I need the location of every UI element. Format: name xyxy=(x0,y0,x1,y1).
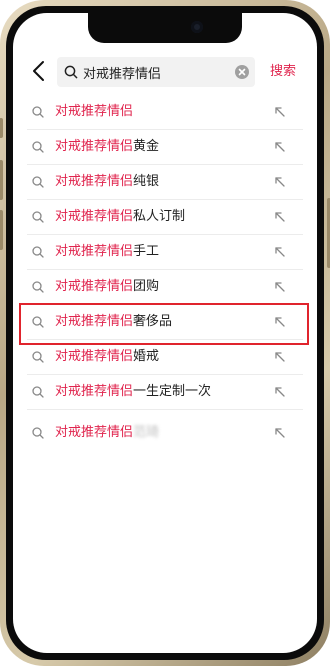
search-icon xyxy=(32,246,44,258)
clear-icon xyxy=(238,68,246,76)
search-icon xyxy=(32,141,44,153)
suggestion-item[interactable]: 对戒推荐情侣黄金 xyxy=(13,130,317,165)
search-icon xyxy=(32,386,44,398)
suggestion-suffix: 私人订制 xyxy=(133,209,186,224)
suggestion-match: 对戒推荐情侣 xyxy=(55,174,134,189)
search-header: 搜索 xyxy=(13,49,317,95)
suggestion-item[interactable]: 对戒推荐情侣私人订制 xyxy=(13,200,317,235)
search-field[interactable] xyxy=(57,57,255,87)
suggestion-text: 对戒推荐情侣一生定制一次 xyxy=(55,383,211,401)
screen: 搜索 对戒推荐情侣 对戒推荐情侣黄金 对戒推荐情侣纯银 xyxy=(13,13,317,653)
suggestion-suffix: 纯银 xyxy=(133,174,160,189)
suggestion-item[interactable]: 对戒推荐情侣 xyxy=(13,95,317,130)
suggestion-match: 对戒推荐情侣 xyxy=(55,425,134,440)
suggestion-text: 对戒推荐情侣纯银 xyxy=(55,173,159,191)
suggestion-text: 对戒推荐情侣手工 xyxy=(55,243,159,261)
suggestion-match: 对戒推荐情侣 xyxy=(55,209,134,224)
suggestion-suffix: 婚戒 xyxy=(133,349,160,364)
suggestion-item[interactable]: 对戒推荐情侣手工 xyxy=(13,235,317,270)
search-icon xyxy=(32,176,44,188)
arrow-up-left-icon[interactable] xyxy=(273,350,287,364)
suggestion-list: 对戒推荐情侣 对戒推荐情侣黄金 对戒推荐情侣纯银 对戒推荐情侣私人订制 对戒推荐… xyxy=(13,95,317,452)
suggestion-match: 对戒推荐情侣 xyxy=(55,349,134,364)
search-icon xyxy=(32,211,44,223)
arrow-up-left-icon[interactable] xyxy=(273,175,287,189)
search-input[interactable] xyxy=(83,57,233,87)
arrow-up-left-icon[interactable] xyxy=(273,426,287,440)
clear-button[interactable] xyxy=(235,65,249,79)
search-button[interactable]: 搜索 xyxy=(263,57,303,87)
suggestion-suffix: 一生定制一次 xyxy=(133,384,212,399)
suggestion-text: 对戒推荐情侣范琦 xyxy=(55,424,159,442)
suggestion-suffix: 手工 xyxy=(133,244,160,259)
arrow-up-left-icon[interactable] xyxy=(273,385,287,399)
suggestion-match: 对戒推荐情侣 xyxy=(55,384,134,399)
blurred-suffix: 范琦 xyxy=(133,425,160,440)
notch xyxy=(88,13,242,43)
side-button xyxy=(0,118,3,138)
search-icon xyxy=(64,65,78,79)
camera xyxy=(191,21,203,33)
phone-frame: 搜索 对戒推荐情侣 对戒推荐情侣黄金 对戒推荐情侣纯银 xyxy=(0,0,330,666)
search-icon xyxy=(32,351,44,363)
suggestion-suffix: 黄金 xyxy=(133,139,160,154)
suggestion-text: 对戒推荐情侣私人订制 xyxy=(55,208,185,226)
suggestion-item[interactable]: 对戒推荐情侣婚戒 xyxy=(13,340,317,375)
suggestion-match: 对戒推荐情侣 xyxy=(55,139,134,154)
annotation-highlight-box xyxy=(19,303,309,345)
back-button[interactable] xyxy=(27,58,53,84)
suggestion-item[interactable]: 对戒推荐情侣纯银 xyxy=(13,165,317,200)
suggestion-text: 对戒推荐情侣团购 xyxy=(55,278,159,296)
suggestion-item[interactable]: 对戒推荐情侣范琦 xyxy=(13,414,317,452)
suggestion-match: 对戒推荐情侣 xyxy=(55,279,134,294)
arrow-up-left-icon[interactable] xyxy=(273,245,287,259)
side-button xyxy=(0,160,3,200)
divider xyxy=(27,409,303,410)
arrow-up-left-icon[interactable] xyxy=(273,280,287,294)
suggestion-text: 对戒推荐情侣 xyxy=(55,103,133,121)
side-button xyxy=(0,210,3,250)
suggestion-text: 对戒推荐情侣婚戒 xyxy=(55,348,159,366)
arrow-up-left-icon[interactable] xyxy=(273,140,287,154)
search-icon xyxy=(32,106,44,118)
search-icon xyxy=(32,281,44,293)
suggestion-item[interactable]: 对戒推荐情侣一生定制一次 xyxy=(13,375,317,410)
search-icon xyxy=(32,427,44,439)
suggestion-suffix: 团购 xyxy=(133,279,160,294)
suggestion-match: 对戒推荐情侣 xyxy=(55,104,134,119)
suggestion-text: 对戒推荐情侣黄金 xyxy=(55,138,159,156)
arrow-up-left-icon[interactable] xyxy=(273,210,287,224)
chevron-left-icon xyxy=(33,61,44,81)
suggestion-match: 对戒推荐情侣 xyxy=(55,244,134,259)
arrow-up-left-icon[interactable] xyxy=(273,105,287,119)
suggestion-item[interactable]: 对戒推荐情侣团购 xyxy=(13,270,317,305)
